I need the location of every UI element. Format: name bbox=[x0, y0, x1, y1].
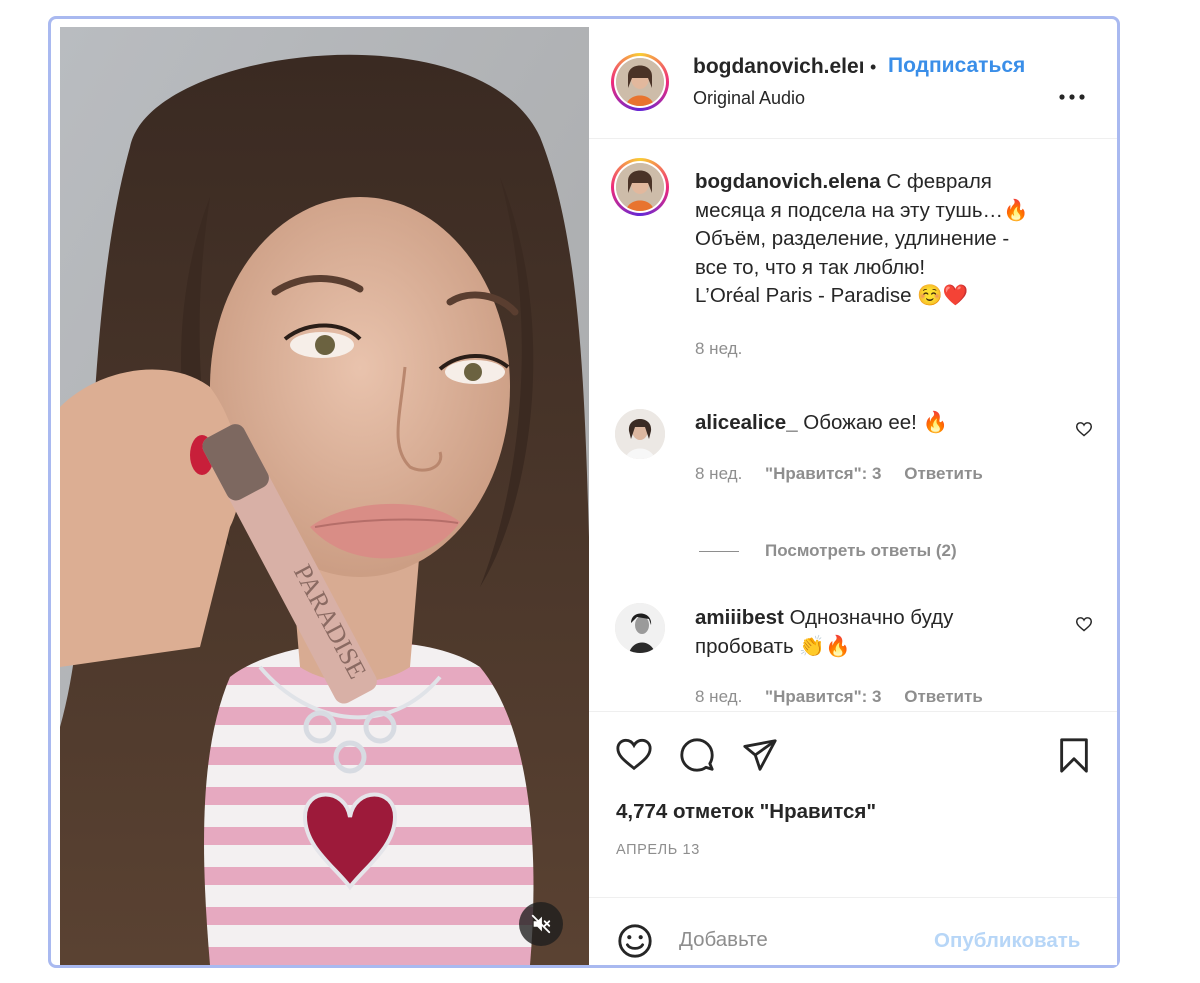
comment-likes[interactable]: "Нравится": 3 bbox=[765, 464, 881, 483]
follow-button[interactable]: Подписаться bbox=[888, 54, 1025, 78]
more-horizontal-icon[interactable] bbox=[1057, 87, 1087, 107]
comment-meta: 8 нед. "Нравится": 3 Ответить bbox=[695, 687, 1001, 707]
caption-line-1: С февраля bbox=[886, 170, 992, 193]
share-paper-plane-icon[interactable] bbox=[741, 736, 779, 774]
publish-button[interactable]: Опубликовать bbox=[934, 929, 1080, 953]
add-comment-bar: Опубликовать bbox=[589, 897, 1117, 966]
comment-input[interactable] bbox=[679, 928, 919, 952]
caption-line-2: месяца я подсела на эту тушь…🔥 bbox=[695, 198, 1029, 222]
caption-time[interactable]: 8 нед. bbox=[695, 335, 1075, 364]
post-side-panel: bogdanovich.elena • Подписаться Original… bbox=[589, 27, 1117, 965]
comment-time[interactable]: 8 нед. bbox=[695, 687, 742, 706]
comment-bubble-icon[interactable] bbox=[678, 736, 716, 774]
speaker-muted-icon bbox=[531, 914, 551, 934]
post-actions: 4,774 отметок "Нравится" АПРЕЛЬ 13 bbox=[589, 711, 1117, 898]
comment-username[interactable]: alicealice_ bbox=[695, 411, 798, 434]
comment-meta: 8 нед. "Нравится": 3 Ответить bbox=[695, 464, 1001, 484]
emoji-smiley-icon[interactable] bbox=[616, 922, 654, 960]
author-username[interactable]: bogdanovich.elena bbox=[693, 55, 863, 79]
commenter-avatar[interactable] bbox=[615, 603, 665, 653]
like-heart-icon[interactable] bbox=[615, 736, 653, 774]
caption-line-4: все то, что я так люблю! bbox=[695, 255, 926, 279]
comment-body: alicealice_ Обожаю ее! 🔥 bbox=[695, 408, 1055, 437]
bookmark-icon[interactable] bbox=[1055, 736, 1093, 774]
comment-likes[interactable]: "Нравится": 3 bbox=[765, 687, 881, 706]
caption-line-5: L’Oréal Paris - Paradise ☺️❤️ bbox=[695, 284, 969, 307]
view-replies-button[interactable]: Посмотреть ответы (2) bbox=[699, 541, 957, 561]
caption-text: bogdanovich.elena С февраля месяца я под… bbox=[695, 168, 1075, 363]
comment-text: Обожаю ее! 🔥 bbox=[803, 411, 949, 434]
author-avatar[interactable] bbox=[611, 53, 669, 111]
comment-body: amiiibest Однозначно буду пробовать 👏🔥 bbox=[695, 603, 1055, 661]
caption-line-3: Объём, разделение, удлинение - bbox=[695, 227, 1010, 250]
likes-count[interactable]: 4,774 отметок "Нравится" bbox=[616, 800, 876, 824]
comment-username[interactable]: amiiibest bbox=[695, 606, 784, 629]
post-video[interactable]: PARADISE bbox=[60, 27, 589, 965]
comment-like-heart-icon[interactable] bbox=[1075, 616, 1093, 632]
comment-time[interactable]: 8 нед. bbox=[695, 464, 742, 483]
audio-link[interactable]: Original Audio bbox=[693, 88, 805, 109]
divider-line bbox=[699, 550, 739, 552]
commenter-avatar[interactable] bbox=[615, 409, 665, 459]
reply-button[interactable]: Ответить bbox=[904, 464, 983, 483]
video-frame-image: PARADISE bbox=[60, 27, 589, 965]
mute-button[interactable] bbox=[519, 902, 563, 946]
separator-dot: • bbox=[870, 57, 877, 77]
post-dialog: PARADISE bogdanovich.ele • Подписаться O… bbox=[48, 16, 1120, 968]
comment-like-heart-icon[interactable] bbox=[1075, 421, 1093, 437]
caption-username[interactable]: bogdanovich.elena bbox=[695, 170, 881, 193]
view-replies-label: Посмотреть ответы (2) bbox=[765, 541, 957, 560]
caption-author-avatar[interactable] bbox=[611, 158, 669, 216]
reply-button[interactable]: Ответить bbox=[904, 687, 983, 706]
post-date[interactable]: АПРЕЛЬ 13 bbox=[616, 842, 700, 858]
post-header: bogdanovich.elena • Подписаться Original… bbox=[589, 27, 1117, 139]
